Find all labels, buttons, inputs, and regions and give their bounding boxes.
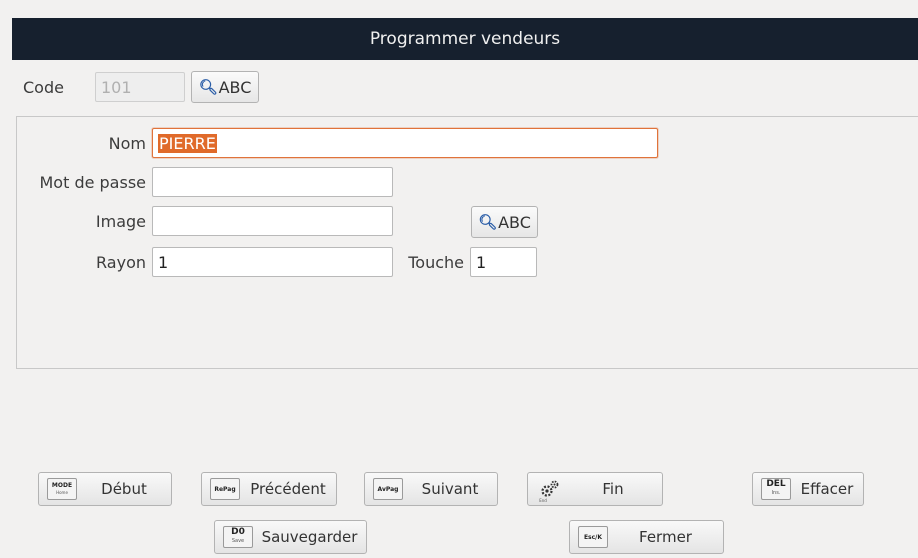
gears-icon: End xyxy=(536,479,564,503)
suivant-label: Suivant xyxy=(421,480,479,498)
touche-label: Touche xyxy=(408,253,464,272)
page-up-key-icon: RePag xyxy=(210,478,240,500)
nom-value: PIERRE xyxy=(158,133,217,153)
save-key-icon: D0 Save xyxy=(223,526,253,548)
delete-key-icon: DEL Ins. xyxy=(761,478,791,500)
rayon-input[interactable]: 1 xyxy=(152,247,393,277)
magnifier-icon: 🔍︎ xyxy=(478,213,498,231)
window-titlebar: Programmer vendeurs xyxy=(12,18,918,60)
page-down-key-icon: AvPag xyxy=(373,478,403,500)
fermer-button[interactable]: Esc/K Fermer xyxy=(569,520,724,554)
debut-button[interactable]: MODE Home Début xyxy=(38,472,172,506)
code-field: 101 xyxy=(95,72,185,102)
image-input[interactable] xyxy=(152,206,393,236)
code-value: 101 xyxy=(101,77,132,97)
sauvegarder-button[interactable]: D0 Save Sauvegarder xyxy=(214,520,367,554)
precedent-label: Précédent xyxy=(250,480,326,498)
mode-key-icon: MODE Home xyxy=(47,478,77,500)
effacer-button[interactable]: DEL Ins. Effacer xyxy=(752,472,864,506)
fin-button[interactable]: End Fin xyxy=(527,472,663,506)
sauvegarder-label: Sauvegarder xyxy=(261,528,358,546)
window-title: Programmer vendeurs xyxy=(369,29,561,49)
fin-label: Fin xyxy=(602,480,624,498)
image-search-label: ABC xyxy=(498,212,531,232)
image-label: Image xyxy=(95,212,146,231)
password-label: Mot de passe xyxy=(39,173,146,192)
magnifier-icon: 🔍︎ xyxy=(198,78,218,96)
effacer-label: Effacer xyxy=(800,480,854,498)
code-search-label: ABC xyxy=(218,77,252,97)
rayon-value: 1 xyxy=(158,252,169,272)
debut-label: Début xyxy=(101,480,147,498)
password-input[interactable] xyxy=(152,167,393,197)
escape-key-icon: Esc/K xyxy=(578,526,608,548)
nom-input[interactable]: PIERRE xyxy=(152,128,658,158)
touche-value: 1 xyxy=(476,252,487,272)
fermer-label: Fermer xyxy=(639,528,692,546)
suivant-button[interactable]: AvPag Suivant xyxy=(364,472,498,506)
nom-label: Nom xyxy=(108,134,146,153)
touche-input[interactable]: 1 xyxy=(470,247,537,277)
code-label: Code xyxy=(23,78,64,97)
rayon-label: Rayon xyxy=(96,253,146,272)
image-search-button[interactable]: 🔍︎ ABC xyxy=(471,206,538,238)
code-search-button[interactable]: 🔍︎ ABC xyxy=(191,71,259,103)
precedent-button[interactable]: RePag Précédent xyxy=(201,472,337,506)
